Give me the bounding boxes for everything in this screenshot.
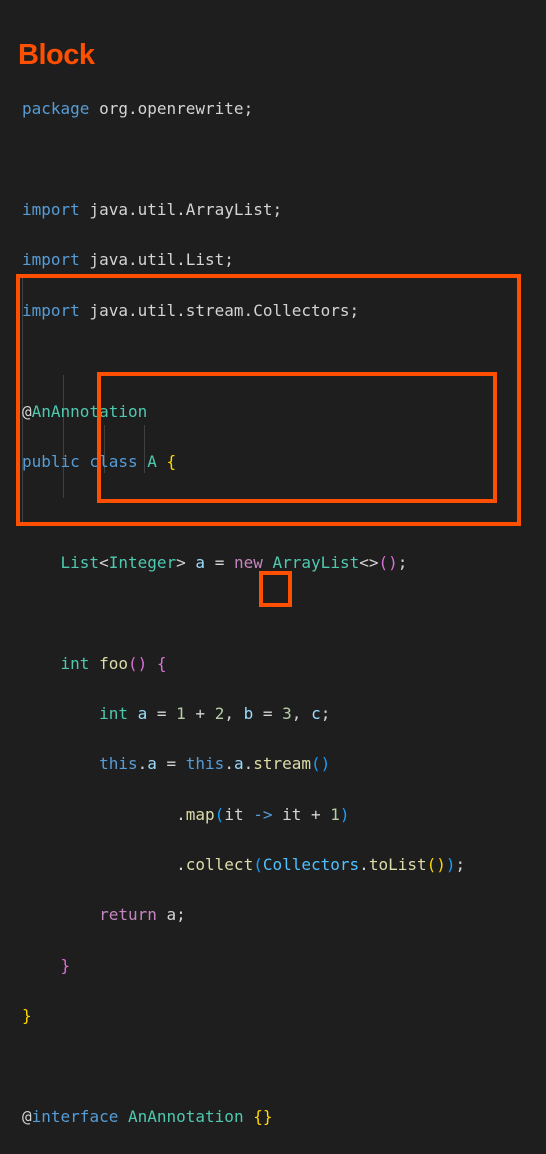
block-title: Block xyxy=(18,39,95,71)
code-line-local-decl: int a = 1 + 2, b = 3, c; xyxy=(99,703,331,723)
code-line-import: import java.util.List; xyxy=(22,250,234,270)
code-line-field: List<Integer> a = new ArrayList<>(); xyxy=(60,552,408,572)
code-line-method-close: } xyxy=(60,955,71,975)
code-line-collect: .collect(Collectors.toList()); xyxy=(176,855,466,875)
code-line-return: return a; xyxy=(99,905,186,925)
annotation-body-highlight xyxy=(259,571,292,607)
inner-block-highlight xyxy=(97,372,497,503)
code-editor: package org.openrewrite; import java.uti… xyxy=(22,71,465,1154)
code-line-map: .map(it -> it + 1) xyxy=(176,804,350,824)
code-line-import: import java.util.ArrayList; xyxy=(22,199,283,219)
code-line-package: package org.openrewrite; xyxy=(22,99,254,119)
code-line-interface: @interface AnAnnotation {} xyxy=(22,1107,273,1127)
code-line-method-decl: int foo() { xyxy=(60,653,167,673)
code-line-class-close: } xyxy=(22,1006,32,1026)
code-line-assign: this.a = this.a.stream() xyxy=(99,754,331,774)
